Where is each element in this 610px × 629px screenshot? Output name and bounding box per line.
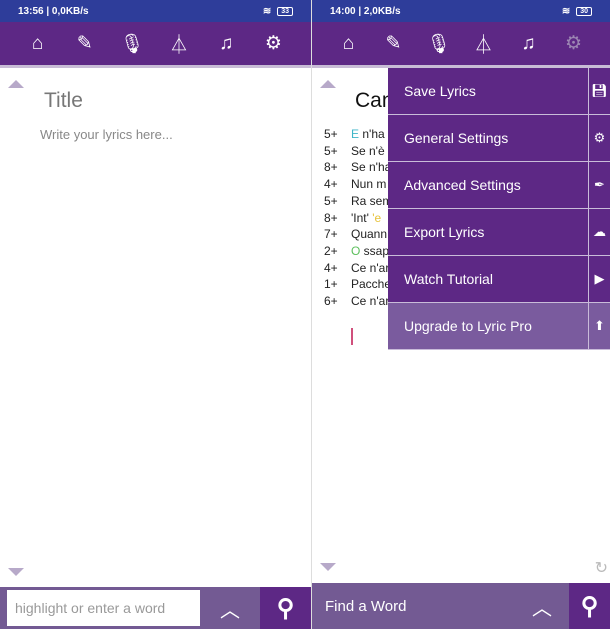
- menu-item-watch-tutorial[interactable]: Watch Tutorial ▶: [388, 256, 610, 303]
- syllable-count: 8+: [324, 210, 338, 225]
- line-text: Ra sem: [351, 193, 393, 208]
- line-text: Nun m: [351, 177, 387, 192]
- line-text: Pacche: [351, 277, 392, 292]
- syllable-count: 8+: [324, 160, 338, 175]
- syllable-count: 5+: [324, 127, 338, 141]
- scroll-down-arrow[interactable]: [320, 563, 336, 571]
- music-note-icon[interactable]: ♫: [211, 33, 241, 55]
- search-icon: ⚲: [276, 594, 295, 622]
- syllable-count: 7+: [324, 227, 338, 242]
- line-text: O ssap: [351, 243, 390, 258]
- syllable-count: 5+: [324, 193, 338, 208]
- music-note-icon[interactable]: ♫: [514, 33, 544, 55]
- scroll-up-arrow[interactable]: [320, 80, 336, 88]
- pen-nib-icon: ✒: [588, 162, 610, 208]
- line-text: Quann: [351, 227, 388, 242]
- lyric-line[interactable]: 5+ Se n'è: [324, 143, 392, 160]
- line-text: E n'ha: [351, 127, 385, 141]
- lyric-line[interactable]: 6+ Ce n'ar: [324, 293, 392, 310]
- status-bar: 13:56 | 0,0KB/s ≋ 33: [0, 0, 311, 22]
- lyric-line[interactable]: 5+ Ra sem: [324, 193, 392, 210]
- menu-item-label: Watch Tutorial: [404, 271, 493, 287]
- text-cursor: [351, 328, 353, 345]
- syllable-count: 4+: [324, 177, 338, 192]
- microphone-icon[interactable]: 🎙︎: [117, 32, 147, 56]
- gears-icon: ⚙: [588, 115, 610, 161]
- microphone-icon[interactable]: 🎙︎: [424, 32, 454, 56]
- rhyme-highlight: 'e: [372, 210, 382, 225]
- overflow-menu: Save Lyrics 💾︎ General Settings ⚙ Advanced S…: [388, 68, 610, 350]
- lyric-line[interactable]: 8+ 'Int' 'e: [324, 210, 392, 227]
- battery-icon: 33: [277, 6, 293, 16]
- scroll-up-arrow[interactable]: [8, 80, 24, 88]
- find-bar: Find a Word ︿ ⚲: [312, 583, 610, 629]
- scroll-down-arrow[interactable]: [8, 568, 24, 576]
- line-text: Se n'ha: [351, 160, 392, 175]
- rhyme-highlight: E: [351, 127, 360, 141]
- lyric-line[interactable]: 5+ E n'ha: [324, 126, 392, 143]
- metronome-icon[interactable]: ⏃: [164, 30, 194, 57]
- edit-icon[interactable]: ✎: [70, 32, 100, 55]
- menu-item-label: Upgrade to Lyric Pro: [404, 318, 532, 334]
- chevron-up-icon[interactable]: ︿: [512, 592, 572, 621]
- line-text: Se n'è: [351, 143, 385, 158]
- search-button[interactable]: ⚲: [569, 583, 610, 629]
- home-icon[interactable]: ⌂: [334, 33, 364, 55]
- lyric-line[interactable]: 7+ Quann: [324, 226, 392, 243]
- menu-item-label: General Settings: [404, 130, 509, 146]
- menu-item-upgrade-to-lyric-pro[interactable]: Upgrade to Lyric Pro ⬆: [388, 303, 610, 350]
- toolbar: ⌂ ✎ 🎙︎ ⏃ ♫ ⚙: [312, 22, 610, 68]
- search-button[interactable]: ⚲: [260, 587, 311, 629]
- lyrics-lines[interactable]: 5+ E n'ha 5+ Se n'è 8+ Se n'ha 4+ Nun m 5+ Ra sem…: [324, 126, 392, 310]
- syllable-count: 2+: [324, 243, 338, 258]
- menu-item-label: Advanced Settings: [404, 177, 521, 193]
- status-time: 14:00 | 2,0KB/s: [330, 5, 401, 17]
- search-icon: ⚲: [580, 592, 599, 620]
- lyric-line[interactable]: 8+ Se n'ha: [324, 159, 392, 176]
- arrow-up-circle-icon: ⬆: [588, 303, 610, 349]
- wifi-icon: ≋: [262, 5, 272, 17]
- undo-icon[interactable]: ↻: [595, 558, 608, 578]
- menu-item-label: Save Lyrics: [404, 83, 476, 99]
- metronome-icon[interactable]: ⏃: [469, 30, 499, 57]
- menu-item-export-lyrics[interactable]: Export Lyrics ☁: [388, 209, 610, 256]
- youtube-icon: ▶: [588, 256, 610, 302]
- home-icon[interactable]: ⌂: [23, 33, 53, 55]
- status-bar: 14:00 | 2,0KB/s ≋ 30: [312, 0, 610, 22]
- title-field[interactable]: Title: [44, 89, 83, 113]
- save-icon: 💾︎: [588, 68, 610, 114]
- line-text: Ce n'ar: [351, 260, 390, 275]
- battery-icon: 30: [576, 6, 592, 16]
- find-word-label[interactable]: Find a Word: [312, 598, 512, 615]
- wifi-icon: ≋: [561, 5, 571, 17]
- word-search-input[interactable]: [7, 590, 200, 626]
- syllable-count: 5+: [324, 143, 338, 158]
- lyric-line[interactable]: 2+ O ssap: [324, 243, 392, 260]
- lyric-line[interactable]: 4+ Nun m: [324, 176, 392, 193]
- right-screen: 14:00 | 2,0KB/s ≋ 30 ⌂ ✎ 🎙︎ ⏃ ♫ ⚙ Can 5+ E…: [312, 0, 610, 629]
- edit-icon[interactable]: ✎: [379, 32, 409, 55]
- rhyme-highlight: O: [351, 243, 361, 258]
- left-screen: 13:56 | 0,0KB/s ≋ 33 ⌂ ✎ 🎙︎ ⏃ ♫ ⚙ Title W…: [0, 0, 311, 629]
- lyric-line[interactable]: 1+ Pacche: [324, 276, 392, 293]
- cloud-upload-icon: ☁: [588, 209, 610, 255]
- syllable-count: 4+: [324, 260, 338, 275]
- syllable-count: 6+: [324, 294, 338, 309]
- chevron-up-icon[interactable]: ︿: [200, 594, 260, 623]
- gear-icon[interactable]: ⚙: [258, 32, 288, 55]
- line-text: Ce n'ar: [351, 294, 390, 309]
- lyrics-field[interactable]: Write your lyrics here...: [40, 127, 173, 142]
- line-text: 'Int' 'e: [351, 210, 382, 225]
- lyric-line[interactable]: 4+ Ce n'ar: [324, 260, 392, 277]
- menu-item-general-settings[interactable]: General Settings ⚙: [388, 115, 610, 162]
- status-time: 13:56 | 0,0KB/s: [18, 5, 89, 17]
- menu-item-advanced-settings[interactable]: Advanced Settings ✒: [388, 162, 610, 209]
- search-bar: ︿ ⚲: [0, 587, 311, 629]
- menu-item-save-lyrics[interactable]: Save Lyrics 💾︎: [388, 68, 610, 115]
- syllable-count: 1+: [324, 277, 338, 292]
- toolbar: ⌂ ✎ 🎙︎ ⏃ ♫ ⚙: [0, 22, 311, 68]
- gear-icon[interactable]: ⚙: [559, 32, 589, 55]
- menu-item-label: Export Lyrics: [404, 224, 485, 240]
